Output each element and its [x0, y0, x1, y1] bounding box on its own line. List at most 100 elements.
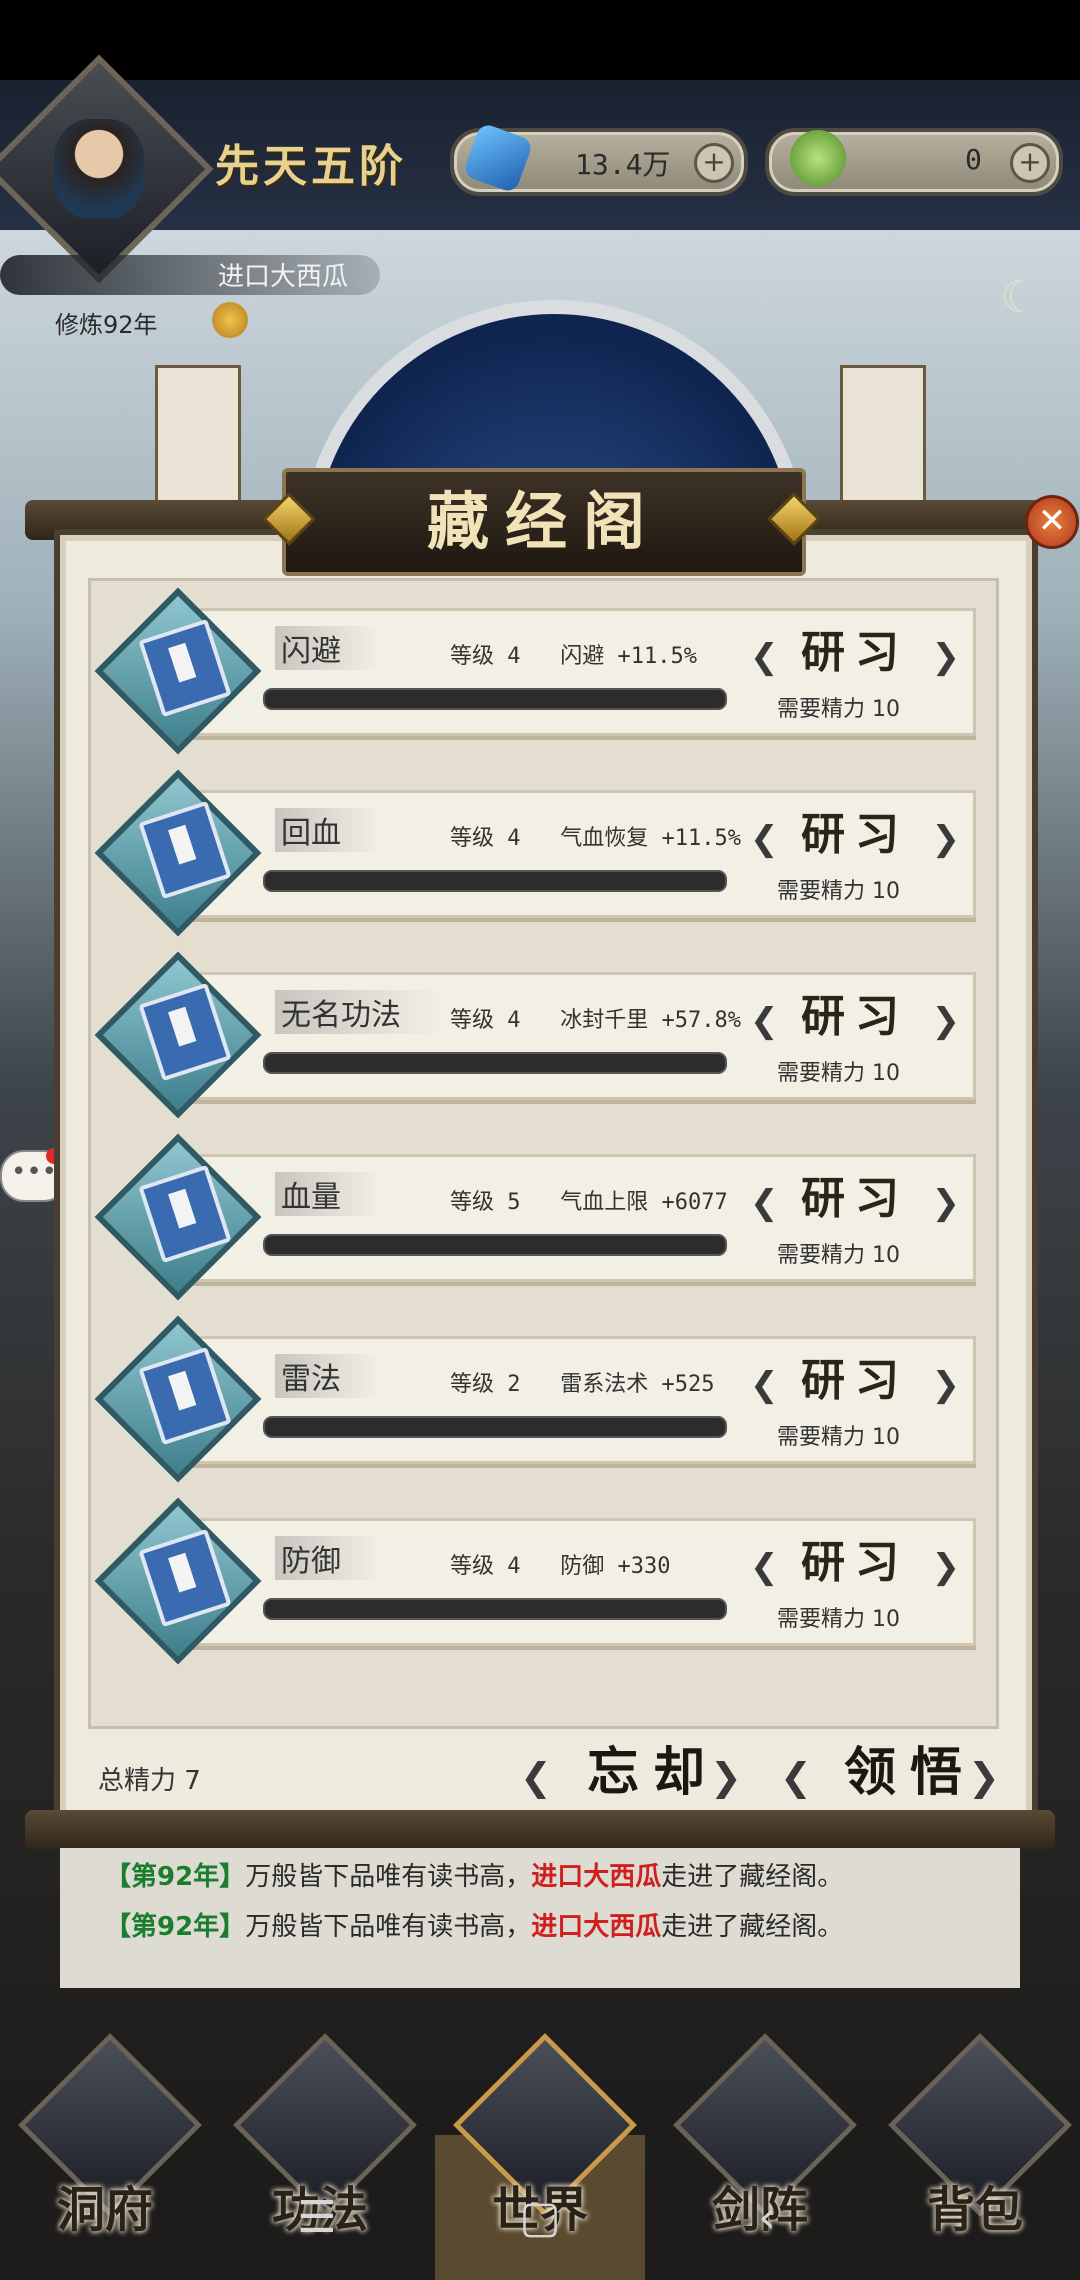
nav-bag[interactable]: 背包 [875, 2020, 1075, 2238]
skill-level-effect: 等级 4 冰封千里 +57.8% [450, 1002, 741, 1034]
skill-name: 无名功法 [275, 990, 441, 1034]
skill-level: 等级 4 [450, 826, 521, 851]
skill-effect: 闪避 +11.5% [560, 644, 697, 669]
nav-cave-label: 洞府 [56, 2182, 153, 2238]
energy-cost: 需要精力 10 [777, 1243, 900, 1268]
skill-name: 血量 [275, 1172, 381, 1216]
skill-effect: 防御 +330 [560, 1554, 671, 1579]
skill-name: 防御 [275, 1536, 381, 1580]
chevron-right-icon: ❯ [931, 1365, 961, 1405]
study-button[interactable]: ❮ 研习 ❯ [750, 987, 960, 1047]
skill-progress-bar [263, 1598, 727, 1620]
study-label: 研习 [801, 809, 909, 860]
total-energy: 总精力 7 [98, 1766, 201, 1796]
skill-level: 等级 4 [450, 1554, 521, 1579]
nav-cave[interactable]: 洞府 [5, 2020, 205, 2238]
add-jade-button[interactable]: + [1010, 143, 1050, 183]
skill-effect: 气血上限 +6077 [560, 1190, 728, 1215]
study-label: 研习 [801, 1537, 909, 1588]
add-spirit-stone-button[interactable]: + [694, 143, 734, 183]
chevron-left-icon: ❮ [750, 637, 779, 677]
panel-title: 藏经阁 [426, 485, 661, 558]
title-plaque: 藏经阁 [282, 468, 806, 576]
log-year: 【第92年】 [105, 1912, 246, 1942]
skill-level-effect: 等级 4 闪避 +11.5% [450, 638, 697, 670]
home-icon[interactable]: ▢ [510, 2188, 570, 2248]
close-button[interactable]: ✕ [1025, 495, 1079, 549]
log-line: 【第92年】万般皆下品唯有读书高，进口大西瓜走进了藏经阁。 [105, 1856, 843, 1893]
skill-progress-bar [263, 688, 727, 710]
skill-name: 闪避 [275, 626, 381, 670]
study-button[interactable]: ❮ 研习 ❯ [750, 1169, 960, 1229]
energy-cost: 需要精力 10 [777, 697, 900, 722]
skill-progress-bar [263, 870, 727, 892]
log-player-name: 进口大西瓜 [531, 1862, 662, 1892]
skill-level: 等级 2 [450, 1372, 521, 1397]
skill-row: 雷法 等级 2 雷系法术 +525 ❮ 研习 ❯ 需要精力 10 [94, 1315, 976, 1486]
nav-bag-label: 背包 [926, 2182, 1023, 2238]
forget-chevron-right: ❯ [710, 1755, 742, 1799]
log-player-name: 进口大西瓜 [531, 1912, 662, 1942]
log-year: 【第92年】 [105, 1862, 246, 1892]
study-button[interactable]: ❮ 研习 ❯ [750, 1533, 960, 1593]
study-label: 研习 [801, 627, 909, 678]
skill-level: 等级 4 [450, 1008, 521, 1033]
skill-level-effect: 等级 4 防御 +330 [450, 1548, 670, 1580]
skill-row: 闪避 等级 4 闪避 +11.5% ❮ 研习 ❯ 需要精力 10 [94, 587, 976, 758]
skill-row: 血量 等级 5 气血上限 +6077 ❮ 研习 ❯ 需要精力 10 [94, 1133, 976, 1304]
skill-effect: 雷系法术 +525 [560, 1372, 715, 1397]
energy-cost: 需要精力 10 [777, 1061, 900, 1086]
skill-row: 回血 等级 4 气血恢复 +11.5% ❮ 研习 ❯ 需要精力 10 [94, 769, 976, 940]
study-label: 研习 [801, 991, 909, 1042]
skill-effect: 冰封千里 +57.8% [560, 1008, 741, 1033]
comprehend-chevron-right: ❯ [968, 1755, 1000, 1799]
avatar-portrait [54, 119, 145, 219]
study-button[interactable]: ❮ 研习 ❯ [750, 805, 960, 865]
realm-title: 先天五阶 [215, 141, 407, 192]
log-text: 万般皆下品唯有读书高， [245, 1912, 532, 1942]
scroll-bottom-rod [25, 1810, 1055, 1850]
study-label: 研习 [801, 1173, 909, 1224]
skill-level-effect: 等级 2 雷系法术 +525 [450, 1366, 714, 1398]
skill-level: 等级 4 [450, 644, 521, 669]
skill-progress-bar [263, 1052, 727, 1074]
skill-progress-bar [263, 1234, 727, 1256]
study-button[interactable]: ❮ 研习 ❯ [750, 1351, 960, 1411]
log-line: 【第92年】万般皆下品唯有读书高，进口大西瓜走进了藏经阁。 [105, 1906, 843, 1943]
chevron-left-icon: ❮ [750, 1001, 779, 1041]
chevron-right-icon: ❯ [931, 1547, 961, 1587]
jade-value: 0 [965, 143, 982, 176]
log-text-tail: 走进了藏经阁。 [661, 1912, 844, 1942]
chevron-left-icon: ❮ [750, 819, 779, 859]
skill-name: 雷法 [275, 1354, 381, 1398]
study-label: 研习 [801, 1355, 909, 1406]
skill-progress-bar [263, 1416, 727, 1438]
skill-level: 等级 5 [450, 1190, 521, 1215]
gold-coin-icon[interactable] [212, 302, 248, 338]
skill-row: 无名功法 等级 4 冰封千里 +57.8% ❮ 研习 ❯ 需要精力 10 [94, 951, 976, 1122]
energy-cost: 需要精力 10 [777, 1425, 900, 1450]
event-log: 【第92年】万般皆下品唯有读书高，进口大西瓜走进了藏经阁。 【第92年】万般皆下… [60, 1848, 1020, 1988]
crescent-moon-icon[interactable]: ☾ [1000, 272, 1039, 323]
spirit-stone-value: 13.4万 [575, 148, 671, 181]
player-name: 进口大西瓜 [218, 262, 349, 292]
study-button[interactable]: ❮ 研习 ❯ [750, 623, 960, 683]
chevron-right-icon: ❯ [931, 637, 961, 677]
chevron-left-icon: ❮ [750, 1547, 779, 1587]
log-text: 万般皆下品唯有读书高， [245, 1862, 532, 1892]
cultivation-years: 修炼92年 [55, 311, 158, 339]
skill-level-effect: 等级 5 气血上限 +6077 [450, 1184, 728, 1216]
chevron-right-icon: ❯ [931, 1001, 961, 1041]
skill-row: 防御 等级 4 防御 +330 ❮ 研习 ❯ 需要精力 10 [94, 1497, 976, 1668]
energy-cost: 需要精力 10 [777, 879, 900, 904]
back-icon[interactable]: ‹ [737, 2188, 797, 2248]
skill-name: 回血 [275, 808, 381, 852]
skill-effect: 气血恢复 +11.5% [560, 826, 741, 851]
log-text-tail: 走进了藏经阁。 [661, 1862, 844, 1892]
chevron-left-icon: ❮ [750, 1183, 779, 1223]
chevron-right-icon: ❯ [931, 819, 961, 859]
menu-icon[interactable]: ☰ [287, 2188, 347, 2248]
jade-coin-icon [790, 130, 846, 186]
energy-cost: 需要精力 10 [777, 1607, 900, 1632]
chevron-right-icon: ❯ [931, 1183, 961, 1223]
